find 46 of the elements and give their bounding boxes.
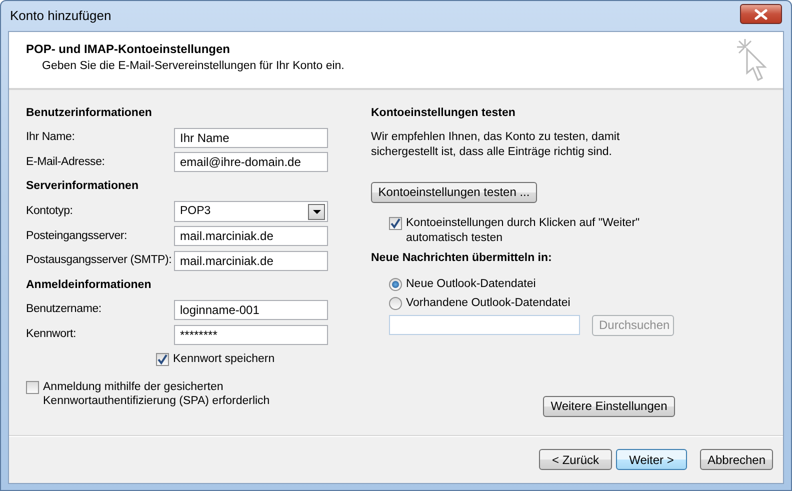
input-field[interactable]: email@ihre-domain.de [174, 152, 328, 172]
close-button[interactable] [740, 4, 782, 24]
field-label: Postausgangsserver (SMTP): [26, 253, 173, 268]
checkmark-icon [157, 354, 168, 365]
more-settings-button[interactable]: Weitere Einstellungen [543, 396, 675, 417]
checkbox-label: Anmeldung mithilfe der gesicherten Kennwortauthentifizierung (SPA) erforderlich [43, 380, 271, 408]
dialog-button[interactable]: Abbrechen [700, 449, 773, 470]
section-heading: Anmeldeinformationen [26, 278, 152, 293]
checkbox[interactable] [156, 352, 169, 366]
input-field[interactable]: loginname-001 [174, 300, 328, 320]
radio-label: Neue Outlook-Datendatei [406, 276, 536, 292]
input-field[interactable]: ******** [174, 324, 328, 345]
input-field[interactable]: mail.marciniak.de [174, 226, 328, 246]
radio-button[interactable] [389, 278, 402, 291]
dropdown-arrow-button[interactable] [308, 204, 325, 220]
input-field[interactable]: mail.marciniak.de [174, 250, 328, 271]
caret-icon [312, 210, 320, 214]
page-subtitle: Geben Sie die E-Mail-Servereinstellungen für Ihr Konto ein. [41, 59, 344, 74]
section-heading: Benutzerinformationen [26, 106, 152, 121]
field-label: Benutzername: [26, 302, 102, 318]
section-heading: Kontoeinstellungen testen [371, 106, 516, 121]
section-heading: Neue Nachrichten übermitteln in: [371, 250, 553, 266]
dialog-button[interactable]: < Zurück [539, 449, 612, 470]
input-field[interactable] [389, 315, 580, 336]
radio-button[interactable] [389, 296, 402, 310]
checkbox-label: Kennwort speichern [173, 352, 275, 367]
field-label: Kennwort: [26, 327, 77, 342]
radio-label: Vorhandene Outlook-Datendatei [406, 296, 570, 311]
window-title: Konto hinzufügen [9, 7, 112, 26]
field-label: Ihr Name: [26, 130, 76, 146]
input-field[interactable]: Ihr Name [174, 128, 328, 148]
section-heading: Serverinformationen [26, 179, 138, 194]
dialog-button[interactable]: Weiter > [616, 449, 687, 470]
field-label: E-Mail-Adresse: [26, 154, 106, 170]
checkbox[interactable] [26, 380, 39, 394]
checkbox[interactable] [389, 216, 402, 230]
checkmark-icon [390, 218, 401, 229]
dropdown-value: POP3 [180, 204, 211, 220]
dropdown[interactable]: POP3 [174, 201, 328, 222]
field-label: Posteingangsserver: [26, 228, 128, 244]
description-text: Wir empfehlen Ihnen, das Konto zu testen, damit sichergestellt ist, dass alle Einträge richtig sind. [371, 130, 621, 160]
field-label: Kontotyp: [26, 204, 74, 220]
checkbox-label: Kontoeinstellungen durch Klicken auf "Weiter" automatisch testen [406, 216, 641, 246]
test-settings-button[interactable]: Kontoeinstellungen testen ... [371, 182, 537, 203]
page-title: POP- und IMAP-Kontoeinstellungen [26, 41, 231, 58]
close-icon [754, 8, 768, 20]
